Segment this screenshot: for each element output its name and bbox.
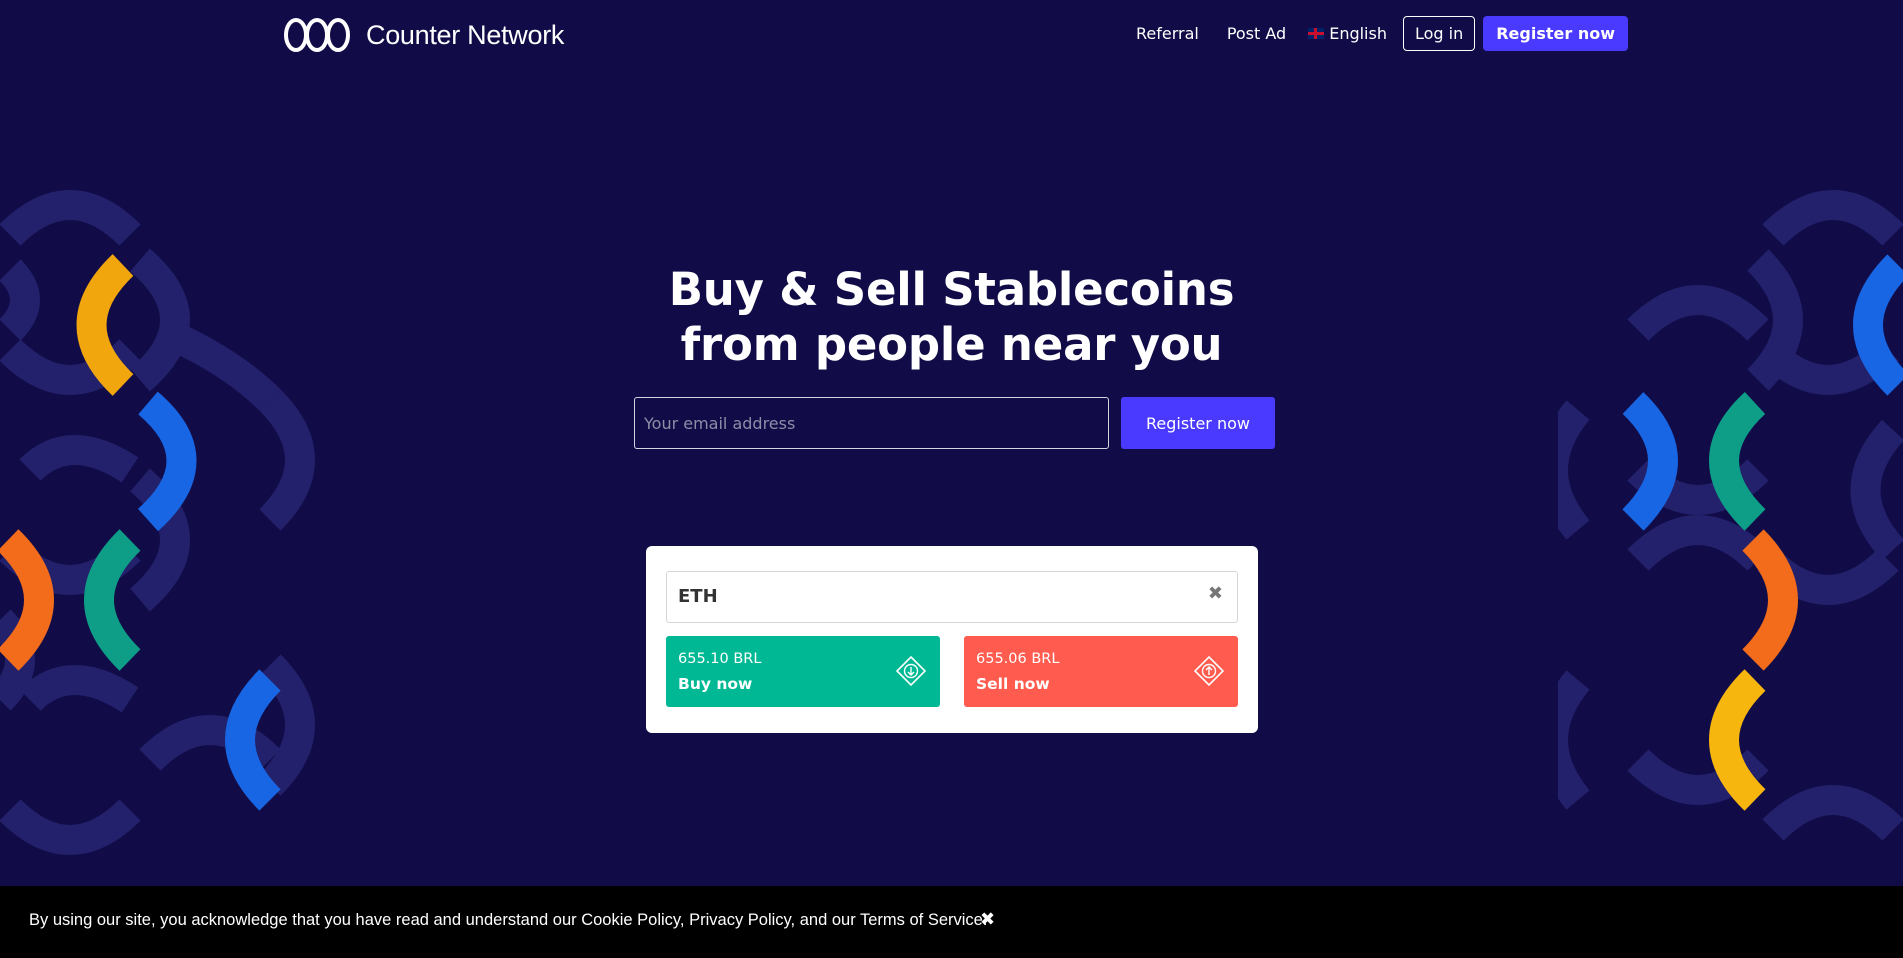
sell-price: 655.06 BRL: [976, 651, 1060, 667]
clear-coin-icon[interactable]: ✖: [1208, 583, 1223, 604]
brand-logo[interactable]: Counter Network: [282, 12, 564, 58]
buy-label: Buy now: [678, 675, 753, 693]
arrow-up-diamond-icon: [1193, 655, 1225, 687]
buy-price: 655.10 BRL: [678, 651, 762, 667]
coin-select[interactable]: ETH ✖: [666, 571, 1238, 623]
hero-section: Buy & Sell Stablecoins from people near …: [0, 262, 1903, 372]
counter-network-logo-icon: [284, 18, 350, 52]
arrow-down-diamond-icon: [895, 655, 927, 687]
sell-label: Sell now: [976, 675, 1050, 693]
cookie-banner: By using our site, you acknowledge that …: [0, 886, 1903, 958]
close-icon[interactable]: ✖: [980, 909, 995, 930]
market-card: ETH ✖ 655.10 BRL Buy now 655.06 BRL Sell…: [646, 546, 1258, 733]
hero-title: Buy & Sell Stablecoins from people near …: [0, 262, 1903, 372]
email-input[interactable]: [634, 397, 1109, 449]
login-button[interactable]: Log in: [1402, 16, 1476, 51]
language-selector[interactable]: English: [1308, 24, 1387, 43]
hero-title-line-2: from people near you: [680, 318, 1223, 371]
brand-name: Counter Network: [366, 19, 565, 50]
language-label: English: [1329, 24, 1387, 43]
signup-form: Register now: [634, 397, 1275, 449]
uk-flag-icon: [1308, 28, 1325, 39]
hero-title-line-1: Buy & Sell Stablecoins: [668, 263, 1235, 316]
decorative-pattern-left: [0, 190, 315, 855]
nav-link-post-ad[interactable]: Post Ad: [1227, 24, 1286, 43]
nav-link-referral[interactable]: Referral: [1136, 24, 1199, 43]
cookie-banner-text: By using our site, you acknowledge that …: [29, 911, 988, 929]
buy-now-button[interactable]: 655.10 BRL Buy now: [666, 636, 940, 707]
hero-register-button[interactable]: Register now: [1121, 397, 1275, 449]
decorative-pattern-right: [1558, 190, 1903, 841]
nav-register-button[interactable]: Register now: [1483, 16, 1628, 51]
selected-coin: ETH: [678, 586, 718, 607]
sell-now-button[interactable]: 655.06 BRL Sell now: [964, 636, 1238, 707]
top-navbar: Counter Network Referral Post Ad English…: [0, 0, 1903, 70]
